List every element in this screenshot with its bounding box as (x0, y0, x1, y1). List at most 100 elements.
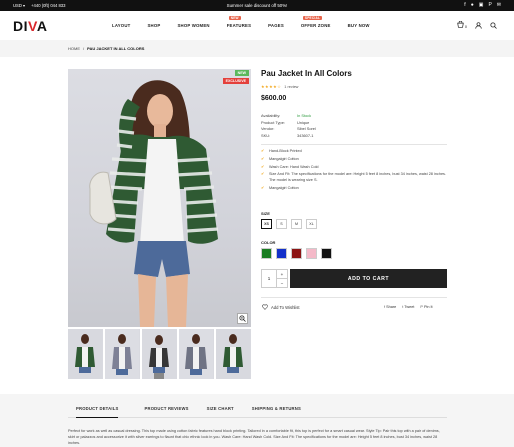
thumbnail[interactable] (68, 329, 103, 379)
nav-label: LAYOUT (112, 23, 131, 28)
color-swatch-green[interactable] (261, 248, 272, 259)
facebook-icon[interactable]: f (464, 2, 465, 8)
spec-key: Product Type: (261, 119, 285, 125)
nav-label: BUY NOW (347, 23, 370, 28)
product-main-image[interactable]: NEW EXCLUSIVE (68, 69, 251, 327)
cart-icon (457, 20, 464, 28)
spec-key: Availability: (261, 113, 281, 118)
cart-button[interactable]: 0 (457, 20, 467, 30)
thumbnail[interactable] (142, 329, 177, 379)
quantity-stepper[interactable]: 1 + − (261, 269, 288, 288)
zoom-icon (239, 315, 246, 322)
nav-label: SHOP (147, 23, 161, 28)
nav-item-shop[interactable]: SHOP (147, 23, 160, 28)
share-label: Tweet (404, 305, 415, 309)
nav-item-pages[interactable]: PAGES (268, 23, 284, 28)
quantity-arrows: + − (277, 270, 287, 287)
share-twitter[interactable]: tTweet (402, 305, 414, 309)
nav-label: OFFER ZONE (300, 23, 331, 28)
product-description: Perfect for work as well as casual dress… (68, 429, 440, 446)
color-swatch-dark-red[interactable] (291, 248, 302, 259)
heart-icon (262, 304, 268, 310)
twitter-icon[interactable]: ● (471, 2, 474, 8)
color-swatch-blue[interactable] (276, 248, 287, 259)
email-icon[interactable]: ✉ (497, 2, 501, 8)
size-option-xs[interactable]: XS (261, 219, 272, 229)
spec-value: 343607-1 (297, 132, 314, 138)
color-swatches (261, 248, 332, 259)
review-count[interactable]: 1 review (284, 85, 298, 89)
thumbnail-image (216, 329, 250, 379)
site-header: DIVA LAYOUT SHOP SHOP WOMEN NEW FEATURES … (0, 11, 514, 40)
tab-product-reviews[interactable]: PRODUCT REVIEWS (144, 404, 188, 417)
add-to-cart-button[interactable]: ADD TO CART (290, 269, 447, 288)
divider (261, 143, 447, 145)
logo-end: A (36, 18, 48, 34)
tab-shipping-returns[interactable]: SHIPPING & RETURNS (252, 404, 301, 417)
color-swatch-pink[interactable] (306, 248, 317, 259)
thumbnail[interactable] (179, 329, 214, 379)
divider (261, 297, 447, 298)
nav-item-layout[interactable]: LAYOUT (112, 23, 130, 28)
badge-exclusive: EXCLUSIVE (222, 78, 249, 84)
thumbnail-image (179, 329, 213, 379)
spec-value: Unique (297, 119, 310, 125)
product-price: $600.00 (261, 95, 287, 102)
thumbnail-strip (68, 329, 251, 379)
spec-key: Vendor: (261, 126, 275, 132)
nav-label: PAGES (268, 23, 284, 28)
feature-item: Mangalgiri Cotton (261, 157, 447, 163)
product-tabs-section: PRODUCT DETAILS PRODUCT REVIEWS SIZE CHA… (0, 394, 514, 447)
feature-item: Wash Care: Hand Wash Cold (261, 165, 447, 171)
size-option-m[interactable]: M (291, 219, 302, 229)
size-option-xl[interactable]: XL (306, 219, 317, 229)
product-tabs: PRODUCT DETAILS PRODUCT REVIEWS SIZE CHA… (68, 404, 447, 418)
size-options: XS S M XL (261, 219, 317, 229)
thumbnail[interactable] (216, 329, 251, 379)
thumbnail[interactable] (105, 329, 140, 379)
breadcrumb: HOME / PAU JACKET IN ALL COLORS (68, 46, 144, 51)
feature-item: Size And Fit: The specifications for the… (261, 172, 447, 184)
breadcrumb-separator: / (83, 46, 85, 51)
product-title: Pau Jacket In All Colors (261, 69, 352, 78)
share-pinterest[interactable]: PPin It (420, 305, 432, 309)
logo[interactable]: DIVA (13, 18, 47, 34)
spec-value: Sibel Sorel (297, 126, 316, 132)
nav-item-shop-women[interactable]: SHOP WOMEN (177, 23, 209, 28)
nav-new-tag: NEW (228, 16, 241, 20)
badge-new: NEW (234, 70, 249, 76)
quantity-decrement[interactable]: − (277, 279, 287, 287)
share-label: Pin It (423, 305, 433, 309)
nav-item-offer-zone[interactable]: SPECIAL OFFER ZONE (300, 16, 331, 28)
instagram-icon[interactable]: ▣ (479, 2, 484, 8)
nav-label: SHOP WOMEN (177, 23, 210, 28)
nav-item-buy-now[interactable]: BUY NOW (348, 23, 370, 28)
tab-product-details[interactable]: PRODUCT DETAILS (76, 404, 119, 418)
feature-list: Hand-Block Printed Mangalgiri Cotton Was… (261, 149, 447, 192)
header-icons: 0 (457, 20, 497, 30)
quantity-value[interactable]: 1 (262, 270, 277, 287)
nav-item-features[interactable]: NEW FEATURES (227, 16, 251, 28)
product-info: Pau Jacket In All Colors ★★★★☆ 1 review … (261, 69, 447, 194)
pinterest-icon[interactable]: P (488, 2, 491, 8)
feature-item: Mangalgiri Cotton (261, 186, 447, 192)
zoom-button[interactable] (237, 313, 248, 324)
user-icon[interactable] (475, 22, 482, 29)
pinterest-icon: P (420, 305, 423, 309)
thumbnail-image (105, 329, 139, 379)
facebook-icon: f (384, 305, 386, 309)
promo-text: Summer sale discount off 50%! (226, 3, 288, 8)
tab-size-chart[interactable]: SIZE CHART (207, 404, 234, 417)
color-swatch-black[interactable] (321, 248, 332, 259)
breadcrumb-home[interactable]: HOME (68, 46, 80, 51)
thumbnail-image (142, 329, 176, 379)
size-option-s[interactable]: S (276, 219, 287, 229)
quantity-increment[interactable]: + (277, 270, 287, 279)
nav-special-tag: SPECIAL (302, 16, 323, 20)
product-rating[interactable]: ★★★★☆ 1 review (261, 84, 447, 89)
add-to-wishlist-link[interactable]: Add To Wishlist (262, 304, 300, 310)
top-announcement-bar: USD ▾ +440 (0ft) 044 833 Summer sale dis… (0, 0, 514, 11)
search-icon[interactable] (490, 22, 497, 29)
cart-count: 0 (464, 25, 467, 29)
share-facebook[interactable]: fShare (384, 305, 396, 309)
